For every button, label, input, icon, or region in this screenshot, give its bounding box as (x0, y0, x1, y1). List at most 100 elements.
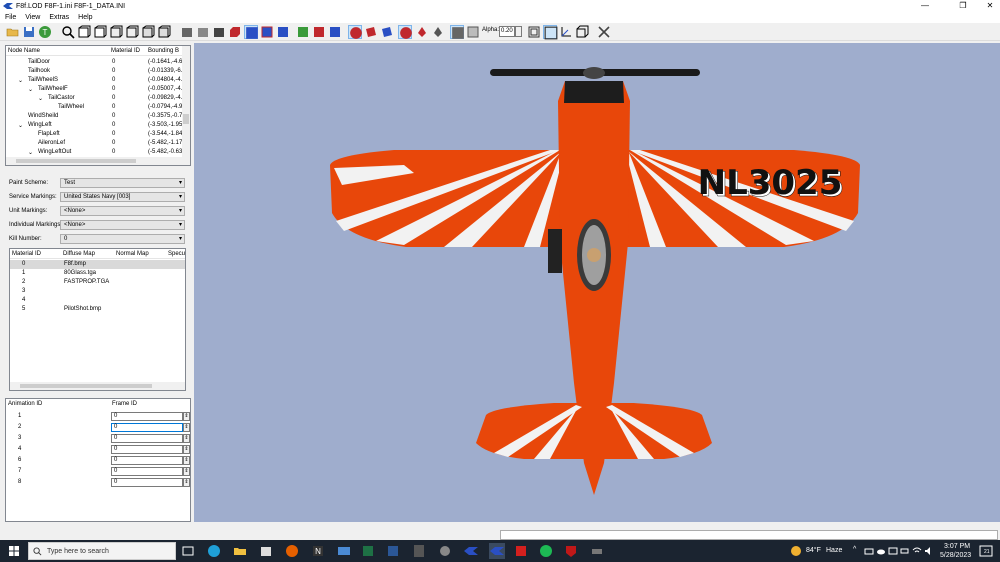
weather-icon[interactable] (788, 543, 804, 559)
render-mode-2-icon[interactable] (364, 25, 378, 39)
cube-icon[interactable] (575, 25, 589, 39)
shade-red-icon[interactable] (228, 25, 242, 39)
display-mode-2-icon[interactable] (260, 25, 274, 39)
weather-text[interactable]: Haze (826, 547, 842, 554)
open-folder-icon[interactable] (6, 25, 20, 39)
battery-icon[interactable] (900, 543, 910, 559)
edge-browser-icon[interactable] (206, 543, 222, 559)
frame-id-input[interactable]: 0 (111, 445, 183, 454)
store-icon[interactable] (258, 543, 274, 559)
tools-icon[interactable] (597, 25, 611, 39)
chevron-down-icon[interactable]: ⌄ (18, 122, 23, 129)
render-mode-5-icon[interactable] (415, 25, 429, 39)
save-icon[interactable] (22, 25, 36, 39)
chevron-down-icon[interactable]: ⌄ (28, 149, 33, 156)
close-button[interactable]: ✕ (975, 0, 1000, 12)
chevron-down-icon[interactable]: ⌄ (18, 77, 23, 84)
network-icon[interactable] (864, 543, 874, 559)
unit-markings-select[interactable]: <None> ▾ (60, 206, 185, 216)
col-material-id[interactable]: Material ID (111, 48, 140, 54)
view-top-icon[interactable] (141, 25, 155, 39)
menu-view[interactable]: View (25, 14, 40, 21)
alpha-input[interactable]: 0.20 (499, 26, 515, 37)
frame-id-input[interactable]: 0 (111, 423, 183, 432)
menu-file[interactable]: File (5, 14, 16, 21)
frame-id-spinner[interactable]: ⇕ (183, 434, 190, 443)
frame-id-spinner[interactable]: ⇕ (183, 412, 190, 421)
view-right-icon[interactable] (125, 25, 139, 39)
chevron-down-icon[interactable]: ⌄ (38, 95, 43, 102)
bounding-box-icon[interactable] (527, 25, 541, 39)
frame-id-spinner[interactable]: ⇕ (183, 467, 190, 476)
view-bottom-icon[interactable] (157, 25, 171, 39)
settings-app-icon[interactable] (437, 543, 453, 559)
frame-id-spinner[interactable]: ⇕ (183, 423, 190, 432)
display-mode-5-icon[interactable] (312, 25, 326, 39)
menu-help[interactable]: Help (78, 14, 92, 21)
material-row[interactable]: 5 PilotShot.bmp (10, 305, 185, 314)
service-markings-select[interactable]: United States Navy [003] ▾ (60, 192, 185, 202)
view-back-icon[interactable] (93, 25, 107, 39)
tree-row[interactable]: TailWheel 0 (-0.0794,-4.9 (6, 103, 182, 112)
node-tree[interactable]: Node Name Material ID Bounding B TailDoo… (5, 45, 191, 166)
lod-viewer-active-icon[interactable] (489, 543, 505, 559)
taskbar-search[interactable]: Type here to search (28, 542, 176, 560)
frame-id-spinner[interactable]: ⇕ (183, 445, 190, 454)
col-bounding-box[interactable]: Bounding B (148, 48, 179, 54)
col-diffuse-map[interactable]: Diffuse Map (63, 251, 95, 257)
game-app-icon[interactable] (589, 543, 605, 559)
view-front-icon[interactable] (77, 25, 91, 39)
frame-id-input[interactable]: 0 (111, 434, 183, 443)
paint-scheme-select[interactable]: Test ▾ (60, 178, 185, 188)
col-material-id[interactable]: Material ID (12, 251, 41, 257)
display-icon[interactable] (888, 543, 898, 559)
render-mode-6-icon[interactable] (431, 25, 445, 39)
tree-row[interactable]: ⌄ WingLeftOut 0 (-5.482,-0.63 (6, 148, 182, 157)
zoom-icon[interactable] (61, 25, 75, 39)
frame-id-input[interactable]: 0 (111, 456, 183, 465)
spotify-icon[interactable] (538, 543, 554, 559)
acrobat-icon[interactable] (513, 543, 529, 559)
col-node-name[interactable]: Node Name (8, 48, 40, 54)
render-mode-4-icon[interactable] (398, 25, 412, 39)
windows-start-icon[interactable] (6, 543, 22, 559)
wireframe-icon[interactable] (466, 25, 480, 39)
display-mode-4-icon[interactable] (296, 25, 310, 39)
firefox-icon[interactable] (284, 543, 300, 559)
cloud-icon[interactable] (876, 543, 886, 559)
shade-smooth-icon[interactable] (196, 25, 210, 39)
shade-dark-icon[interactable] (212, 25, 226, 39)
file-explorer-icon[interactable] (232, 543, 248, 559)
material-row[interactable]: 4 (10, 296, 185, 305)
display-mode-1-icon[interactable] (244, 25, 258, 39)
shade-flat-icon[interactable] (180, 25, 194, 39)
material-row[interactable]: 2 FASTPROP.TGA (10, 278, 185, 287)
tree-row[interactable]: ⌄ WingLeft 0 (-3.503,-1.95 (6, 121, 182, 130)
lod-viewer-icon[interactable] (463, 543, 479, 559)
wifi-icon[interactable] (912, 543, 922, 559)
render-mode-3-icon[interactable] (380, 25, 394, 39)
frame-id-spinner[interactable]: ⇕ (183, 456, 190, 465)
calculator-icon[interactable] (411, 543, 427, 559)
col-normal-map[interactable]: Normal Map (116, 251, 149, 257)
display-mode-6-icon[interactable] (328, 25, 342, 39)
axes-icon[interactable] (559, 25, 573, 39)
mail-icon[interactable] (336, 543, 352, 559)
node-tree-vscroll[interactable] (182, 46, 190, 157)
minimize-button[interactable]: — (910, 0, 940, 12)
volume-icon[interactable] (924, 543, 934, 559)
maximize-button[interactable]: ❐ (948, 0, 978, 12)
materials-list[interactable]: Material ID Diffuse Map Normal Map Specu… (9, 248, 186, 391)
notepad-n-icon[interactable]: N (310, 543, 326, 559)
alpha-spinner[interactable] (515, 26, 522, 37)
materials-hscroll[interactable] (10, 382, 185, 390)
render-mode-1-icon[interactable] (348, 25, 362, 39)
tree-row[interactable]: AileronLef 0 (-5.482,-1.17 (6, 139, 182, 148)
frame-id-spinner[interactable]: ⇕ (183, 478, 190, 487)
display-mode-3-icon[interactable] (276, 25, 290, 39)
individual-markings-select[interactable]: <None> ▾ (60, 220, 185, 230)
tree-row[interactable]: TailDoor 0 (-0.1641,-4.6 (6, 58, 182, 67)
tree-row[interactable]: Tailhook 0 (-0.01339,-6. (6, 67, 182, 76)
tree-row[interactable]: ⌄ TailCastor 0 (-0.09829,-4. (6, 94, 182, 103)
mcafee-icon[interactable] (563, 543, 579, 559)
